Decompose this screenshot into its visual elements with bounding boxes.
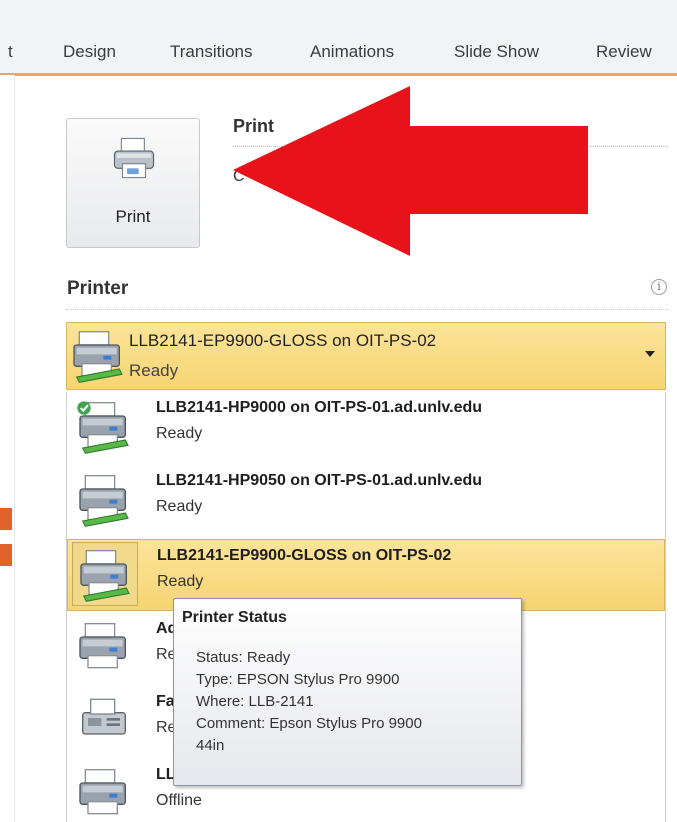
red-arrow-annotation (233, 86, 588, 256)
red-arrow-icon (233, 86, 588, 256)
